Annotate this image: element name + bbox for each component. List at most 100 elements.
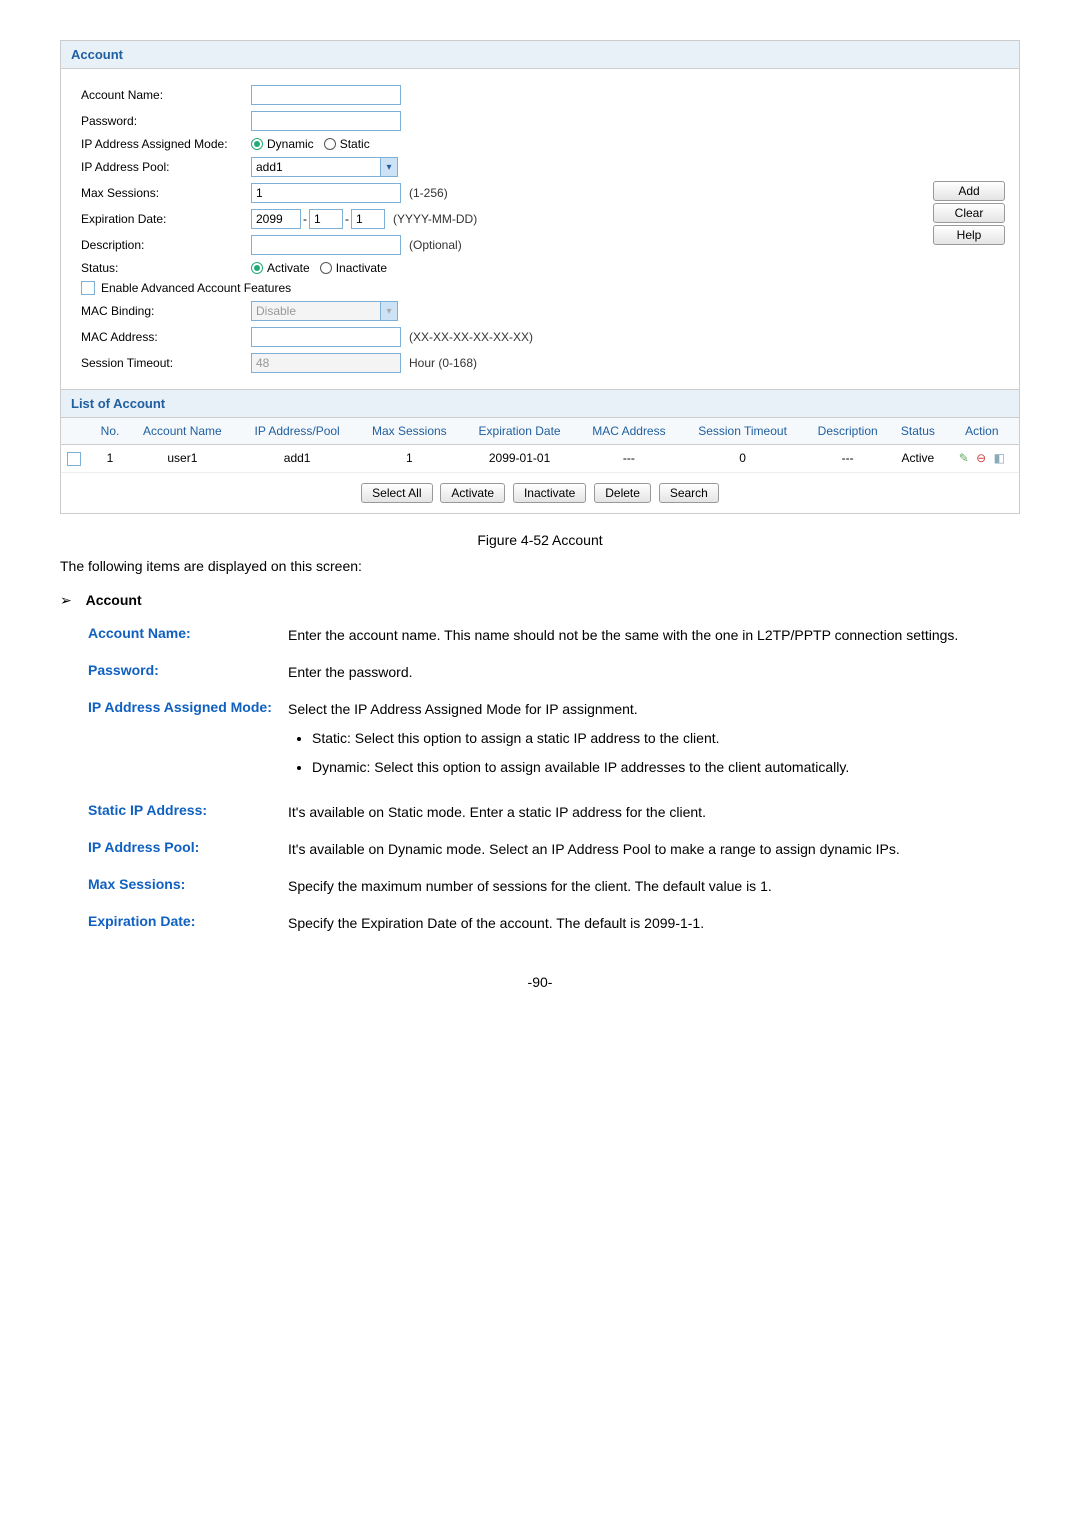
col-desc: Description <box>804 418 891 445</box>
cell-desc: --- <box>804 445 891 473</box>
panel-body: Account Name: Password: IP Address Assig… <box>61 69 1019 389</box>
mac-address-hint: (XX-XX-XX-XX-XX-XX) <box>409 330 533 344</box>
col-sess-timeout: Session Timeout <box>681 418 804 445</box>
search-button[interactable]: Search <box>659 483 719 503</box>
status-inactivate-text: Inactivate <box>336 261 387 275</box>
list-title: List of Account <box>61 389 1019 418</box>
bottom-bar: Select All Activate Inactivate Delete Se… <box>61 473 1019 513</box>
def-expiration-desc: Specify the Expiration Date of the accou… <box>288 913 1020 934</box>
status-activate-text: Activate <box>267 261 310 275</box>
def-ip-mode-b1: Static: Select this option to assign a s… <box>312 728 1020 749</box>
ip-pool-label: IP Address Pool: <box>81 160 251 174</box>
password-label: Password: <box>81 114 251 128</box>
def-max-sessions-desc: Specify the maximum number of sessions f… <box>288 876 1020 897</box>
row-checkbox[interactable] <box>67 452 81 466</box>
expiration-hint: (YYYY-MM-DD) <box>393 212 477 226</box>
account-panel: Account Account Name: Password: IP Addre… <box>60 40 1020 514</box>
page-number: -90- <box>60 974 1020 990</box>
col-status: Status <box>891 418 945 445</box>
chevron-down-icon: ▾ <box>381 301 398 321</box>
status-activate-radio[interactable] <box>251 262 263 274</box>
cell-account-name: user1 <box>127 445 238 473</box>
side-buttons: Add Clear Help <box>933 179 1003 247</box>
edit-icon[interactable]: ✎ <box>959 451 969 465</box>
table-row: 1 user1 add1 1 2099-01-01 --- 0 --- Acti… <box>61 445 1019 473</box>
col-exp-date: Expiration Date <box>462 418 577 445</box>
def-static-ip-desc: It's available on Static mode. Enter a s… <box>288 802 1020 823</box>
mac-address-input[interactable] <box>251 327 401 347</box>
def-ip-pool-term: IP Address Pool: <box>88 839 288 855</box>
col-mac: MAC Address <box>577 418 681 445</box>
panel-title: Account <box>61 41 1019 69</box>
cell-max-sessions: 1 <box>357 445 463 473</box>
advanced-checkbox[interactable] <box>81 281 95 295</box>
session-timeout-hint: Hour (0-168) <box>409 356 477 370</box>
def-password-term: Password: <box>88 662 288 678</box>
exp-day-input[interactable] <box>351 209 385 229</box>
mac-address-label: MAC Address: <box>81 330 251 344</box>
password-input[interactable] <box>251 111 401 131</box>
cell-exp-date: 2099-01-01 <box>462 445 577 473</box>
cell-sess-timeout: 0 <box>681 445 804 473</box>
detail-icon[interactable]: ◧ <box>994 451 1005 465</box>
add-button[interactable]: Add <box>933 181 1005 201</box>
help-button[interactable]: Help <box>933 225 1005 245</box>
description-input[interactable] <box>251 235 401 255</box>
def-password-desc: Enter the password. <box>288 662 1020 683</box>
cell-status: Active <box>891 445 945 473</box>
def-account-name-term: Account Name: <box>88 625 288 641</box>
def-ip-mode-lead: Select the IP Address Assigned Mode for … <box>288 701 638 717</box>
mac-binding-select <box>251 301 381 321</box>
chevron-right-icon: ➢ <box>60 592 72 608</box>
def-ip-mode-desc: Select the IP Address Assigned Mode for … <box>288 699 1020 786</box>
account-table: No. Account Name IP Address/Pool Max Ses… <box>61 418 1019 473</box>
def-max-sessions-term: Max Sessions: <box>88 876 288 892</box>
session-timeout-label: Session Timeout: <box>81 356 251 370</box>
col-account-name: Account Name <box>127 418 238 445</box>
status-inactivate-radio[interactable] <box>320 262 332 274</box>
session-timeout-input <box>251 353 401 373</box>
def-ip-pool-desc: It's available on Dynamic mode. Select a… <box>288 839 1020 860</box>
expiration-label: Expiration Date: <box>81 212 251 226</box>
exp-month-input[interactable] <box>309 209 343 229</box>
section-head: Account <box>86 592 142 608</box>
inactivate-button[interactable]: Inactivate <box>513 483 586 503</box>
max-sessions-hint: (1-256) <box>409 186 448 200</box>
figure-caption: Figure 4-52 Account <box>60 532 1020 548</box>
exp-year-input[interactable] <box>251 209 301 229</box>
advanced-label: Enable Advanced Account Features <box>101 281 291 295</box>
ip-mode-dynamic-text: Dynamic <box>267 137 314 151</box>
def-ip-mode-b2: Dynamic: Select this option to assign av… <box>312 757 1020 778</box>
col-ip-pool: IP Address/Pool <box>238 418 357 445</box>
def-ip-mode-term: IP Address Assigned Mode: <box>88 699 288 715</box>
max-sessions-input[interactable] <box>251 183 401 203</box>
chevron-down-icon[interactable]: ▾ <box>381 157 398 177</box>
mac-binding-label: MAC Binding: <box>81 304 251 318</box>
cell-ip-pool: add1 <box>238 445 357 473</box>
ip-mode-static-text: Static <box>340 137 370 151</box>
ip-pool-select[interactable] <box>251 157 381 177</box>
cell-action: ✎ ⊖ ◧ <box>945 445 1019 473</box>
col-action: Action <box>945 418 1019 445</box>
delete-button[interactable]: Delete <box>594 483 651 503</box>
delete-icon[interactable]: ⊖ <box>976 451 986 465</box>
cell-mac: --- <box>577 445 681 473</box>
select-all-button[interactable]: Select All <box>361 483 432 503</box>
section-head-row: ➢ Account <box>60 592 1020 609</box>
cell-no: 1 <box>93 445 127 473</box>
max-sessions-label: Max Sessions: <box>81 186 251 200</box>
ip-mode-label: IP Address Assigned Mode: <box>81 137 251 151</box>
description-hint: (Optional) <box>409 238 462 252</box>
clear-button[interactable]: Clear <box>933 203 1005 223</box>
intro-line: The following items are displayed on thi… <box>60 558 1020 574</box>
account-name-input[interactable] <box>251 85 401 105</box>
ip-mode-static-radio[interactable] <box>324 138 336 150</box>
ip-mode-dynamic-radio[interactable] <box>251 138 263 150</box>
def-expiration-term: Expiration Date: <box>88 913 288 929</box>
def-account-name-desc: Enter the account name. This name should… <box>288 625 1020 646</box>
account-name-label: Account Name: <box>81 88 251 102</box>
description-label: Description: <box>81 238 251 252</box>
activate-button[interactable]: Activate <box>440 483 505 503</box>
status-label: Status: <box>81 261 251 275</box>
def-static-ip-term: Static IP Address: <box>88 802 288 818</box>
